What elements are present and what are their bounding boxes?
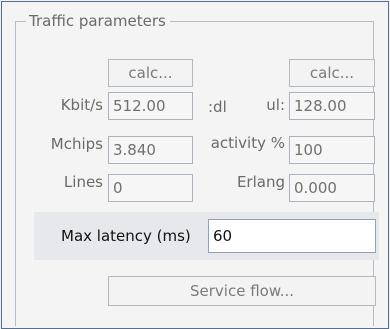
group-title: Traffic parameters	[26, 12, 170, 30]
max-latency-label: Max latency (ms)	[61, 227, 191, 245]
dl-label: :dl	[208, 98, 227, 116]
kbits-ul-field[interactable]: 128.00	[289, 92, 375, 120]
mchips-label: Mchips	[50, 135, 103, 153]
calc-dl-button[interactable]: calc...	[108, 59, 193, 87]
erlang-field[interactable]: 0.000	[289, 174, 375, 202]
calc-ul-button[interactable]: calc...	[289, 59, 375, 87]
kbits-label: Kbit/s	[60, 96, 103, 114]
kbits-dl-field[interactable]: 512.00	[108, 92, 193, 120]
max-latency-field[interactable]: 60	[208, 219, 376, 253]
ul-label: ul:	[266, 96, 285, 114]
service-flow-button[interactable]: Service flow...	[108, 276, 376, 306]
lines-field[interactable]: 0	[108, 174, 193, 202]
erlang-label: Erlang	[236, 173, 285, 191]
activity-field[interactable]: 100	[289, 136, 375, 164]
lines-label: Lines	[63, 173, 103, 191]
mchips-field[interactable]: 3.840	[108, 136, 193, 164]
activity-label: activity %	[210, 134, 285, 152]
